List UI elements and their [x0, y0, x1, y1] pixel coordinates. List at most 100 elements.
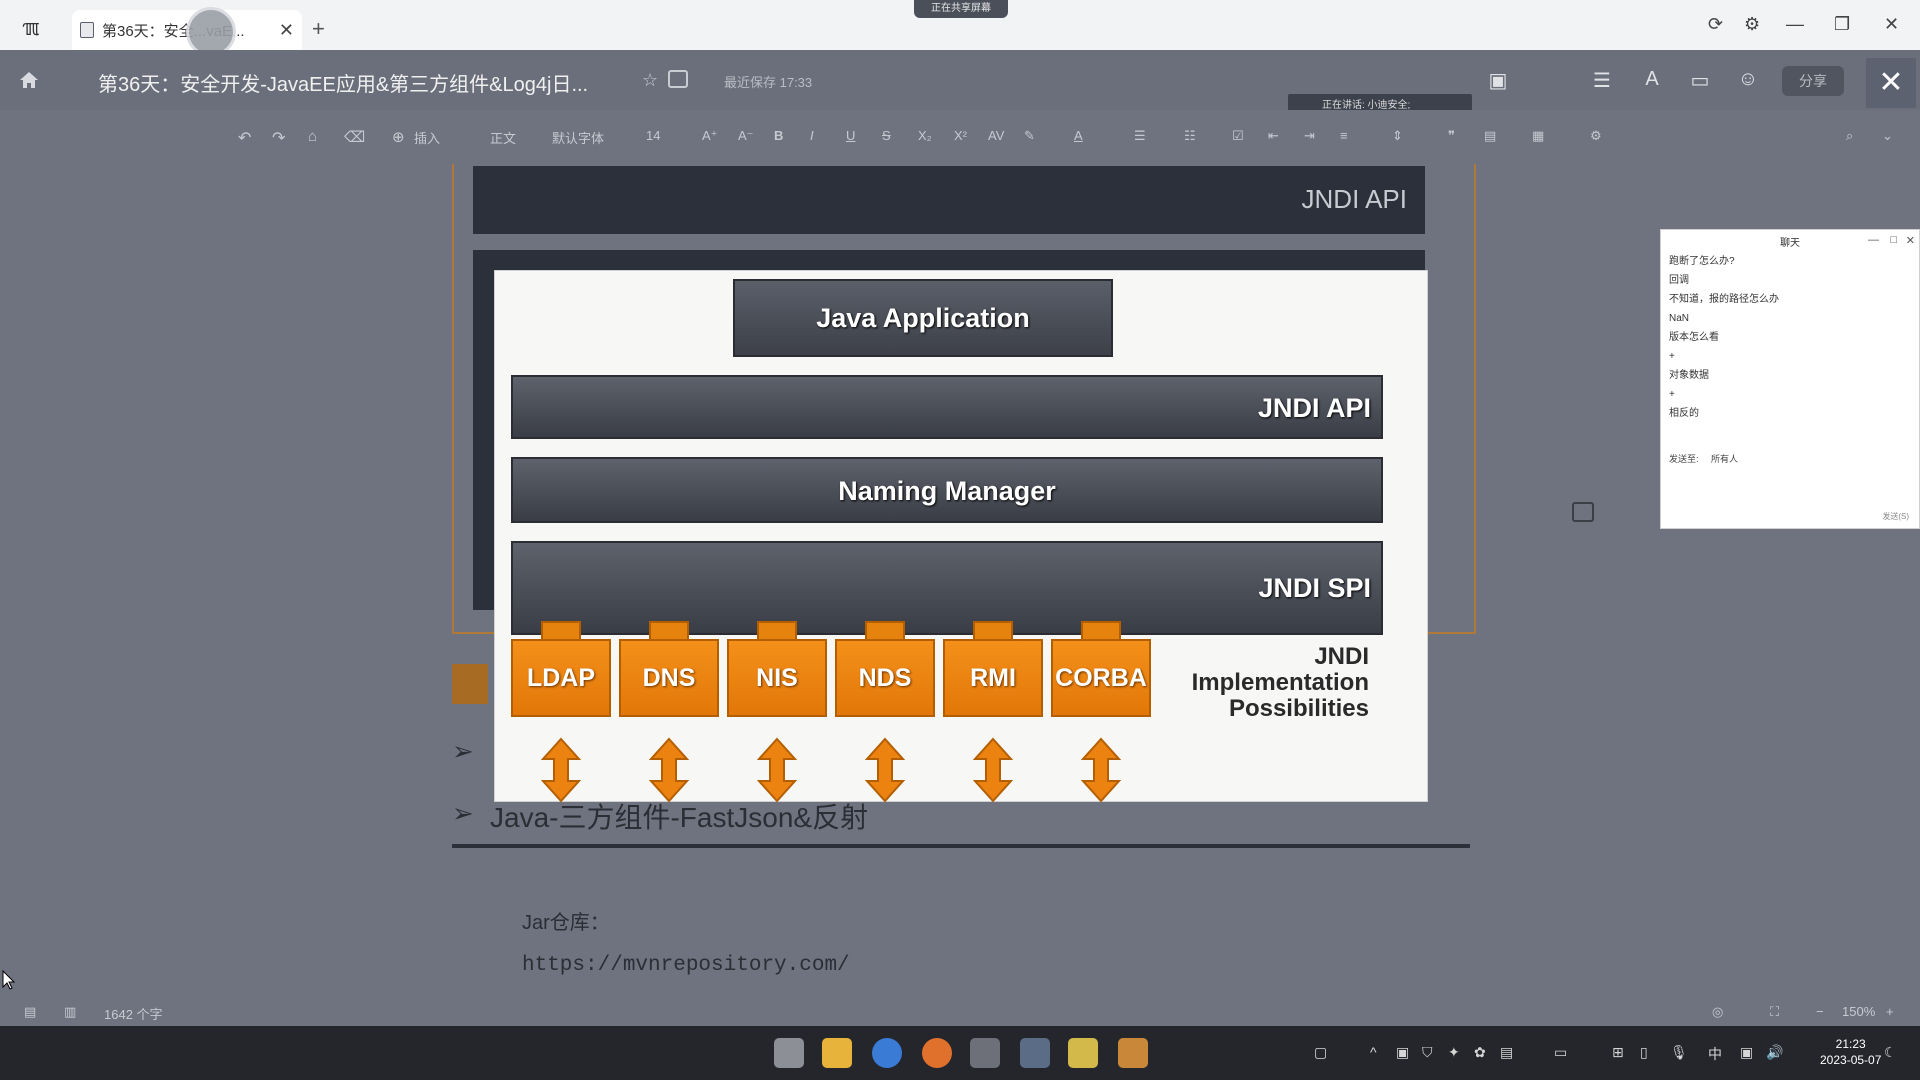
star-icon[interactable]: ☆ [642, 70, 662, 90]
line-spacing-icon[interactable]: ⇕ [1392, 128, 1403, 144]
chat-minimize-button[interactable]: — [1868, 234, 1879, 246]
docs-app-icon[interactable] [970, 1038, 1000, 1068]
edge-browser-icon[interactable] [872, 1038, 902, 1068]
tray-app-icon[interactable]: ✦ [1448, 1044, 1460, 1061]
quote-icon[interactable]: ❞ [1448, 128, 1455, 144]
send-to-select[interactable]: 所有人 [1711, 454, 1738, 464]
align-icon[interactable]: ≡ [1340, 128, 1348, 143]
search-icon[interactable]: ⌕ [1846, 128, 1853, 144]
display-icon[interactable]: ▭ [1554, 1044, 1567, 1061]
double-arrow-icon [1081, 737, 1121, 803]
bold-icon[interactable]: B [774, 128, 783, 143]
tab-close-icon[interactable]: ✕ [279, 20, 294, 41]
bullet-list-icon[interactable]: ☰ [1134, 128, 1146, 144]
windows-icon[interactable]: ⊞ [1612, 1044, 1624, 1061]
screen-share-status[interactable]: 正在共享屏幕 [914, 0, 1008, 18]
start-menu-icon[interactable] [774, 1038, 804, 1068]
fullscreen-icon[interactable]: ⛶ [1770, 1004, 1779, 1020]
present-mode-icon[interactable]: ▣ [1486, 68, 1510, 92]
home-icon[interactable] [18, 70, 40, 90]
file-explorer-icon[interactable] [822, 1038, 852, 1068]
text-format-icon[interactable]: A [1640, 68, 1664, 90]
chat-window[interactable]: 聊天 — □ ✕ 跑断了怎么办? 回调 不知道，报的路径怎么办 NaN 版本怎么… [1660, 229, 1920, 529]
meeting-app-icon[interactable] [1020, 1038, 1050, 1068]
italic-icon[interactable]: I [810, 128, 814, 143]
provider-label: NIS [727, 639, 827, 717]
folder-icon[interactable] [668, 70, 688, 88]
grow-font-icon[interactable]: A⁺ [702, 128, 718, 144]
style-select[interactable]: 正文 [490, 128, 516, 147]
strikethrough-icon[interactable]: S [882, 128, 891, 143]
numbered-list-icon[interactable]: ☷ [1184, 128, 1196, 144]
insert-button[interactable]: 插入 [414, 128, 440, 147]
maximize-button[interactable]: ❐ [1834, 14, 1850, 35]
notifications-icon[interactable]: ☾ [1884, 1044, 1897, 1061]
zoom-in-button[interactable]: + [1886, 1004, 1894, 1019]
chat-titlebar[interactable]: 聊天 — □ ✕ [1661, 230, 1919, 252]
page-view-icon[interactable]: ▥ [64, 1004, 76, 1020]
menu-icon[interactable]: ☰ [1590, 68, 1614, 92]
word-count[interactable]: 1642 个字 [104, 1004, 163, 1023]
tray-app-icon[interactable]: ▤ [1500, 1044, 1513, 1061]
chat-send-button[interactable]: 发送(S) [1882, 511, 1909, 522]
ide-app-icon[interactable] [1068, 1038, 1098, 1068]
system-clock[interactable]: 21:23 2023-05-07 [1820, 1036, 1881, 1068]
outdent-icon[interactable]: ⇤ [1268, 128, 1279, 144]
underline-icon[interactable]: U [846, 128, 855, 143]
volume-icon[interactable]: 🔊 [1766, 1044, 1783, 1061]
repo-link[interactable]: https://mvnrepository.com/ [522, 954, 850, 977]
chat-maximize-button[interactable]: □ [1890, 234, 1897, 246]
other-app-icon[interactable] [1118, 1038, 1148, 1068]
tray-expand-icon[interactable]: ^ [1370, 1044, 1377, 1060]
zoom-out-button[interactable]: − [1816, 1004, 1824, 1019]
close-icon[interactable]: ✕ [1866, 58, 1916, 108]
refresh-icon[interactable]: ⟳ [1708, 14, 1723, 35]
tray-app-icon[interactable]: ▣ [1396, 1044, 1409, 1061]
notification-icon[interactable]: ▢ [1314, 1044, 1327, 1061]
page-title[interactable]: 第36天：安全开发-JavaEE应用&第三方组件&Log4j日... [98, 68, 588, 97]
battery-icon[interactable]: ▯ [1640, 1044, 1648, 1061]
superscript-icon[interactable]: X² [954, 128, 967, 143]
chat-send-to[interactable]: 发送至: 所有人 [1669, 452, 1738, 465]
presentation-icon[interactable]: ▭ [1688, 68, 1712, 92]
format-painter-icon[interactable]: ⌂ [308, 128, 317, 145]
font-size-select[interactable]: 14 [646, 128, 660, 143]
band-title: JNDI API [1301, 184, 1407, 214]
more-tools-icon[interactable]: ⚙ [1590, 128, 1602, 144]
code-block-icon[interactable]: ▤ [1484, 128, 1496, 144]
chrome-browser-icon[interactable] [922, 1038, 952, 1068]
add-comment-icon[interactable] [1572, 502, 1594, 522]
indent-icon[interactable]: ⇥ [1304, 128, 1315, 144]
subscript-icon[interactable]: X₂ [918, 128, 932, 143]
undo-icon[interactable]: ↶ [238, 128, 251, 148]
shield-icon[interactable]: ⛉ [1422, 1044, 1433, 1061]
highlight-icon[interactable]: ✎ [1024, 128, 1035, 144]
char-spacing-icon[interactable]: AV [988, 128, 1004, 143]
clear-format-icon[interactable]: ⌫ [344, 128, 365, 146]
gear-icon[interactable]: ⚙ [1744, 14, 1760, 35]
ime-indicator[interactable]: 中 [1708, 1044, 1722, 1064]
chat-close-button[interactable]: ✕ [1906, 234, 1915, 247]
insert-plus-icon[interactable]: ⊕ [392, 128, 405, 146]
provider-corba: CORBA [1051, 621, 1151, 717]
checkbox-list-icon[interactable]: ☑ [1232, 128, 1244, 144]
chevron-down-icon[interactable]: ⌄ [1882, 128, 1893, 144]
zoom-level[interactable]: 150% [1842, 1004, 1875, 1019]
network-icon[interactable]: ▣ [1740, 1044, 1753, 1061]
new-tab-button[interactable]: + [312, 16, 325, 42]
outline-icon[interactable]: ▤ [24, 1004, 36, 1020]
taskbar: ▢ ^ ▣ ⛉ ✦ ✿ ▤ ▭ ⊞ ▯ 🎙 中 ▣ 🔊 21:23 2023-0… [0, 1026, 1920, 1080]
minimize-button[interactable]: — [1786, 14, 1804, 35]
jndi-spi-label: JNDI SPI [1258, 573, 1371, 603]
redo-icon[interactable]: ↷ [272, 128, 285, 148]
font-color-icon[interactable]: A [1074, 128, 1083, 143]
collaborator-icon[interactable]: ☺ [1736, 68, 1760, 90]
target-icon[interactable]: ◎ [1712, 1004, 1723, 1020]
insert-table-icon[interactable]: ▦ [1532, 128, 1544, 144]
close-window-button[interactable]: ✕ [1884, 14, 1899, 35]
share-button[interactable]: 分享 [1782, 66, 1844, 96]
font-select[interactable]: 默认字体 [552, 128, 604, 147]
microphone-icon[interactable]: 🎙 [1670, 1044, 1688, 1061]
shrink-font-icon[interactable]: A⁻ [738, 128, 754, 144]
tray-app-icon[interactable]: ✿ [1474, 1044, 1486, 1061]
